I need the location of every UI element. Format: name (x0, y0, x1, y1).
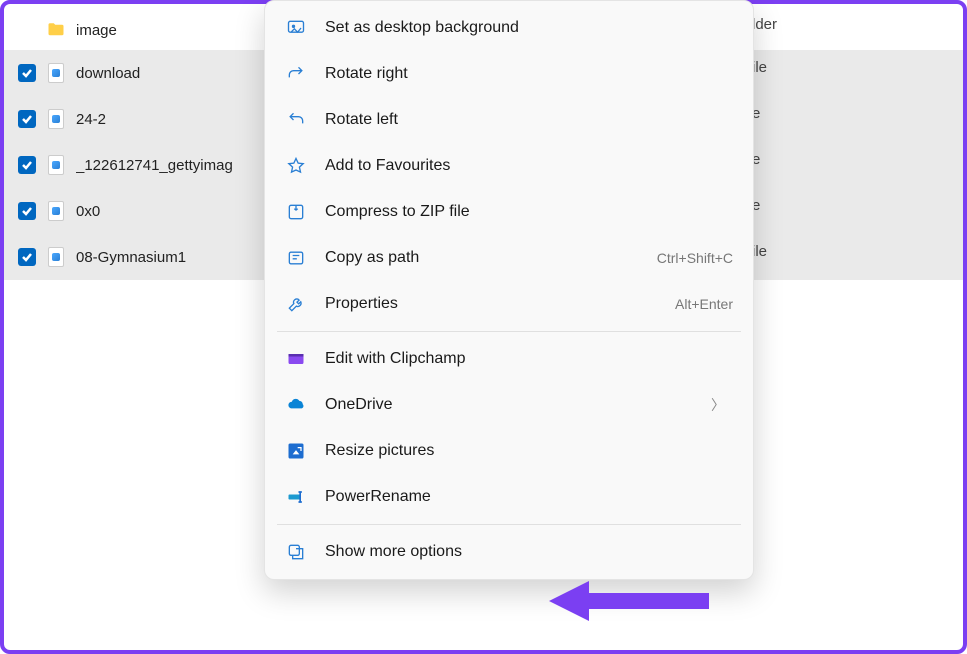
image-file-icon (46, 63, 66, 83)
menu-label: Properties (325, 295, 657, 313)
menu-copy-path[interactable]: Copy as path Ctrl+Shift+C (265, 235, 753, 281)
menu-rotate-left[interactable]: Rotate left (265, 97, 753, 143)
menu-label: PowerRename (325, 488, 733, 506)
menu-compress-zip[interactable]: Compress to ZIP file (265, 189, 753, 235)
checkbox-checked-icon[interactable] (18, 202, 36, 220)
powerrename-icon (285, 486, 307, 508)
menu-add-favourites[interactable]: Add to Favourites (265, 143, 753, 189)
more-options-icon (285, 541, 307, 563)
menu-label: Rotate left (325, 111, 733, 129)
menu-label: Resize pictures (325, 442, 733, 460)
onedrive-icon (285, 394, 307, 416)
menu-shortcut: Ctrl+Shift+C (657, 250, 733, 266)
menu-shortcut: Alt+Enter (675, 296, 733, 312)
rotate-left-icon (285, 109, 307, 131)
annotation-arrow-icon (549, 576, 709, 630)
rotate-right-icon (285, 63, 307, 85)
menu-divider (277, 331, 741, 332)
menu-set-desktop-bg[interactable]: Set as desktop background (265, 5, 753, 51)
menu-label: Compress to ZIP file (325, 203, 733, 221)
image-file-icon (46, 201, 66, 221)
checkbox-checked-icon[interactable] (18, 248, 36, 266)
menu-label: OneDrive (325, 396, 693, 414)
clipchamp-icon (285, 348, 307, 370)
menu-label: Edit with Clipchamp (325, 350, 733, 368)
file-type: lder (752, 16, 777, 33)
checkbox-checked-icon[interactable] (18, 110, 36, 128)
chevron-right-icon: 〉 (711, 395, 733, 415)
menu-label: Rotate right (325, 65, 733, 83)
checkbox-icon[interactable] (18, 21, 36, 39)
menu-label: Copy as path (325, 249, 639, 267)
menu-powerrename[interactable]: PowerRename (265, 474, 753, 520)
menu-divider (277, 524, 741, 525)
file-type: ile (752, 59, 767, 76)
star-icon (285, 155, 307, 177)
menu-rotate-right[interactable]: Rotate right (265, 51, 753, 97)
desktop-bg-icon (285, 17, 307, 39)
menu-properties[interactable]: Properties Alt+Enter (265, 281, 753, 327)
menu-clipchamp[interactable]: Edit with Clipchamp (265, 336, 753, 382)
zip-icon (285, 201, 307, 223)
wrench-icon (285, 293, 307, 315)
menu-resize-pictures[interactable]: Resize pictures (265, 428, 753, 474)
checkbox-checked-icon[interactable] (18, 64, 36, 82)
checkbox-checked-icon[interactable] (18, 156, 36, 174)
menu-label: Add to Favourites (325, 157, 733, 175)
image-file-icon (46, 247, 66, 267)
menu-label: Set as desktop background (325, 19, 733, 37)
resize-icon (285, 440, 307, 462)
copy-path-icon (285, 247, 307, 269)
file-type-column: lder ile e e e ile (752, 4, 777, 274)
menu-show-more-options[interactable]: Show more options (265, 529, 753, 575)
image-file-icon (46, 109, 66, 129)
folder-icon (46, 20, 66, 40)
context-menu: Set as desktop background Rotate right R… (264, 0, 754, 580)
image-file-icon (46, 155, 66, 175)
menu-label: Show more options (325, 543, 733, 561)
menu-onedrive[interactable]: OneDrive 〉 (265, 382, 753, 428)
file-type: ile (752, 243, 767, 260)
